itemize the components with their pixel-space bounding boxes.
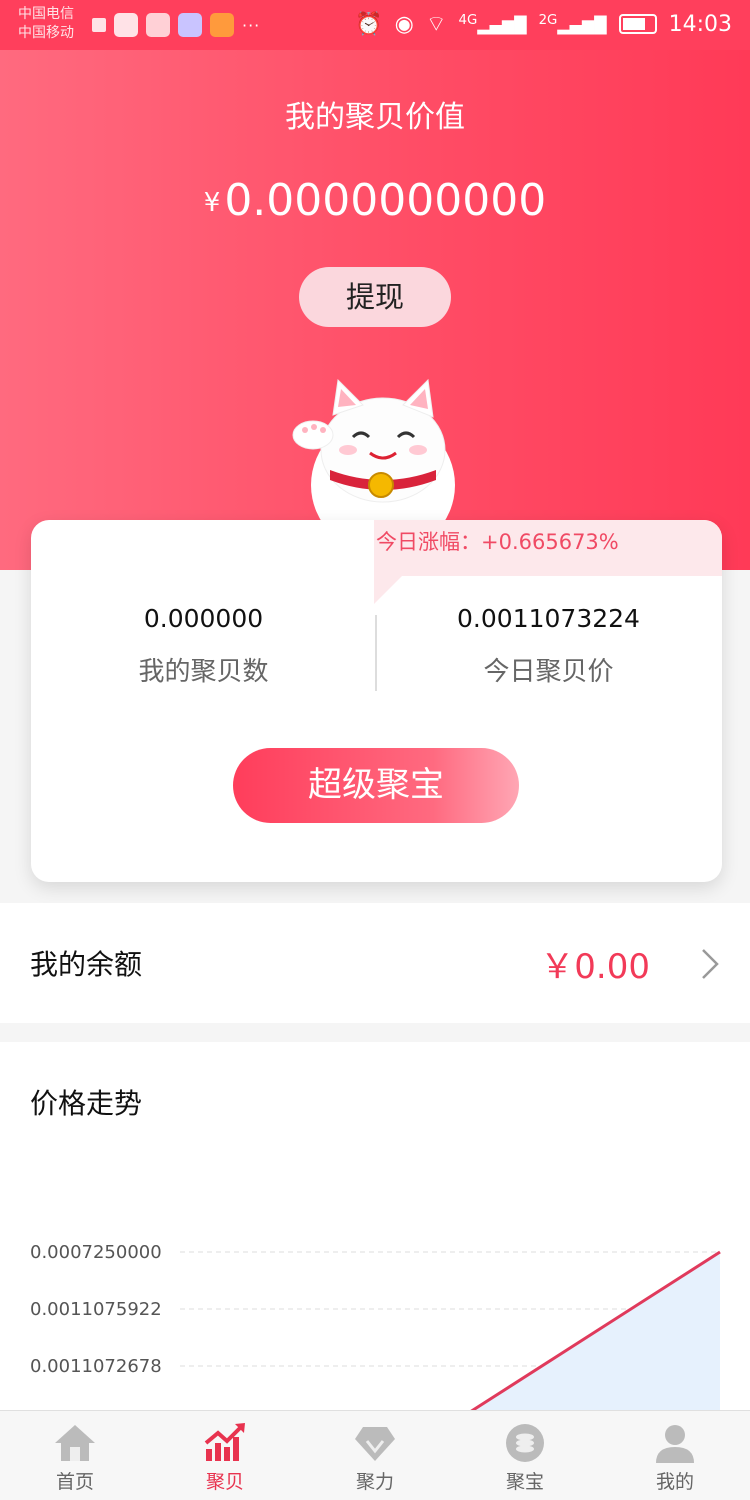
price-stat: 0.0011073224 今日聚贝价	[376, 604, 721, 688]
balance-value: ￥0.00	[540, 947, 650, 987]
signal-2-icon: 2G▂▄▆█	[538, 13, 607, 35]
eye-comfort-icon: ◉	[394, 11, 414, 37]
battery-icon	[618, 14, 657, 34]
my-count-value: 0.000000	[143, 604, 264, 633]
tab-juber-label: 聚贝	[205, 1471, 244, 1493]
signal-1-icon: 4G▂▄▆█	[458, 13, 527, 35]
carrier-info: 中国电信 中国移动	[18, 5, 74, 43]
y-tick-label: 0.0011072678	[30, 1356, 162, 1377]
map-app-icon	[114, 13, 138, 37]
diamond-icon	[355, 1427, 395, 1461]
price-label: 今日聚贝价	[483, 657, 614, 687]
y-tick-label: 0.0007250000	[30, 1242, 162, 1263]
tab-treasure[interactable]: 聚宝	[450, 1411, 600, 1500]
tab-power[interactable]: 聚力	[300, 1411, 450, 1500]
price-value: 0.0011073224	[457, 604, 640, 633]
balance-row[interactable]: 我的余额 ￥0.00	[0, 903, 750, 1023]
taobao-app-icon	[210, 13, 234, 37]
price-trend-section: 价格走势 0.0007250000 0.0011075922 0.001107267…	[0, 1042, 750, 1412]
home-icon	[55, 1425, 95, 1461]
wifi-icon: ⌔	[425, 12, 447, 37]
tab-home[interactable]: 首页	[0, 1411, 150, 1500]
daily-rise-tag: 今日涨幅：+0.665673%	[374, 520, 722, 604]
value-amount: ¥0.0000000000	[0, 175, 750, 226]
tab-treasure-label: 聚宝	[505, 1471, 544, 1493]
book-app-icon	[146, 13, 170, 37]
tab-home-label: 首页	[55, 1471, 94, 1493]
lucky-cat-illustration	[292, 378, 455, 535]
amount-value: 0.0000000000	[224, 175, 547, 226]
trend-chart-icon	[204, 1423, 245, 1461]
super-treasure-button[interactable]: 超级聚宝	[233, 748, 519, 823]
status-bar: 中国电信 中国移动 ··· ⏰ ◉ ⌔ 4G▂▄▆█ 2G▂▄▆█ 14:03	[0, 0, 750, 50]
currency-symbol: ¥	[203, 188, 221, 218]
balance-label: 我的余额	[30, 948, 143, 981]
delivery-app-icon	[178, 13, 202, 37]
carrier-1: 中国电信	[18, 6, 74, 22]
my-count-label: 我的聚贝数	[138, 657, 269, 687]
tab-power-label: 聚力	[355, 1471, 394, 1493]
tab-juber[interactable]: 聚贝	[150, 1411, 300, 1500]
alarm-icon: ⏰	[355, 11, 383, 37]
carrier-2: 中国移动	[18, 25, 74, 41]
app-notification-icon	[92, 18, 106, 32]
user-icon	[656, 1425, 694, 1463]
withdraw-button[interactable]: 提现	[299, 267, 451, 327]
system-icons: ⏰ ◉ ⌔ 4G▂▄▆█ 2G▂▄▆█ 14:03	[355, 10, 732, 38]
coin-stack-icon	[506, 1424, 544, 1462]
bottom-tab-bar: 首页 聚贝 聚力 聚宝 我的	[0, 1410, 750, 1500]
tab-mine[interactable]: 我的	[600, 1411, 750, 1500]
my-count-stat: 0.000000 我的聚贝数	[31, 604, 376, 688]
juber-stats-card: 今日涨幅：+0.665673% 0.000000 我的聚贝数 0.0011073…	[31, 520, 722, 882]
chevron-right-icon	[702, 949, 719, 979]
more-notifications-icon: ···	[242, 15, 261, 35]
tab-mine-label: 我的	[655, 1471, 694, 1493]
y-tick-label: 0.0011075922	[30, 1299, 162, 1320]
value-title: 我的聚贝价值	[285, 100, 465, 135]
clock: 14:03	[668, 11, 732, 37]
notification-icons: ···	[92, 13, 260, 37]
price-trend-chart: 0.0007250000 0.0011075922 0.0011072678	[30, 1242, 721, 1412]
